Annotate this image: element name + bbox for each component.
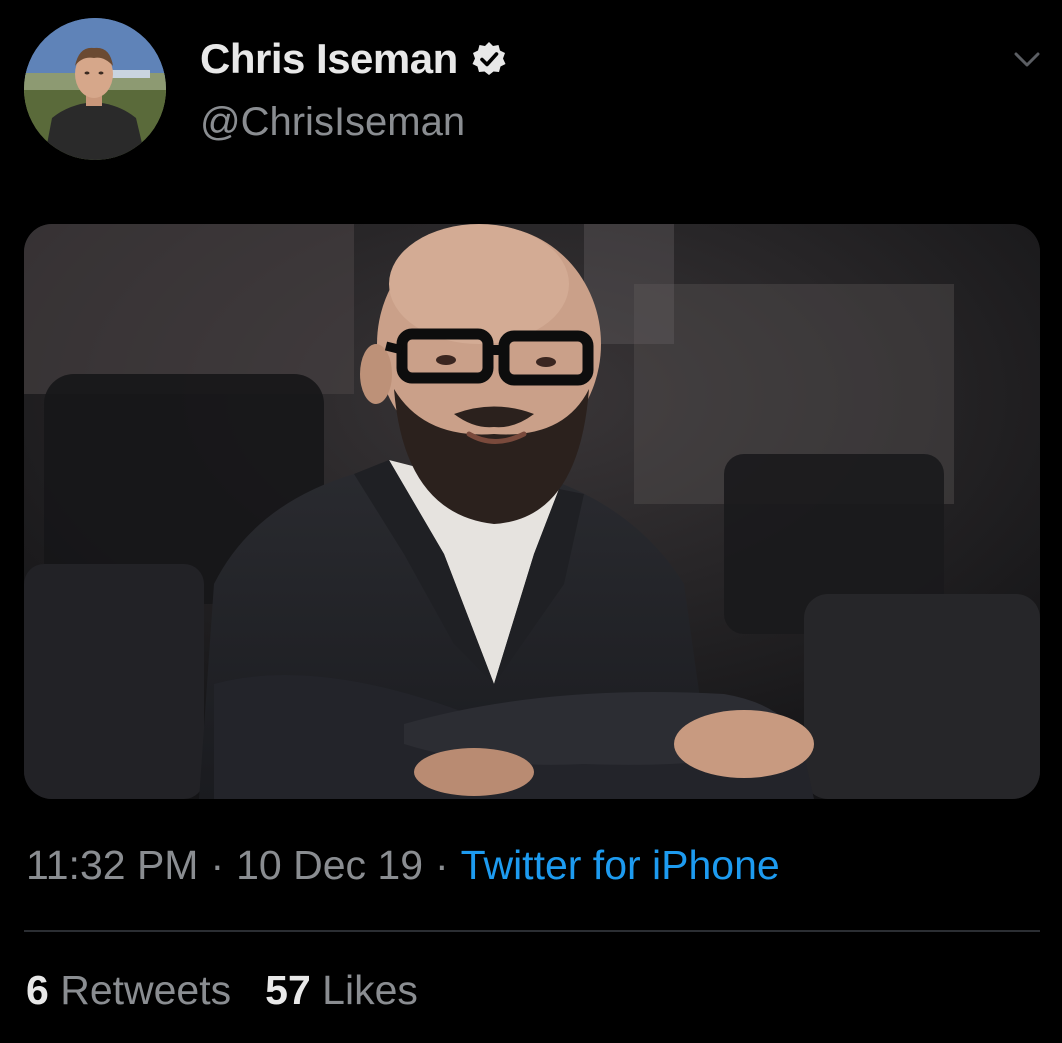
chevron-down-icon[interactable]	[1012, 44, 1042, 74]
likes-stat[interactable]: 57 Likes	[265, 967, 418, 1013]
tweet-photo[interactable]	[24, 224, 1040, 799]
retweets-stat[interactable]: 6 Retweets	[26, 967, 231, 1013]
tweet-time[interactable]: 11:32 PM	[26, 842, 198, 888]
tweet-photo-image	[24, 224, 1040, 799]
tweet-date[interactable]: 10 Dec 19	[236, 842, 423, 888]
tweet-detail: Chris Iseman @ChrisIseman 11:32 PM · 10 …	[0, 0, 1062, 1043]
tweet-source-link[interactable]: Twitter for iPhone	[461, 842, 780, 888]
retweets-label: Retweets	[60, 967, 232, 1013]
tweet-stats: 6 Retweets 57 Likes	[26, 967, 452, 1014]
display-name[interactable]: Chris Iseman	[200, 35, 458, 83]
likes-label: Likes	[322, 967, 418, 1013]
meta-separator: ·	[210, 842, 225, 888]
avatar[interactable]	[24, 18, 166, 160]
avatar-photo	[24, 18, 166, 160]
user-handle[interactable]: @ChrisIseman	[200, 100, 465, 145]
verified-check-icon	[470, 40, 508, 78]
retweets-count: 6	[26, 967, 49, 1013]
divider	[24, 930, 1040, 932]
display-name-row[interactable]: Chris Iseman	[200, 34, 508, 84]
likes-count: 57	[265, 967, 311, 1013]
meta-separator: ·	[435, 842, 449, 888]
tweet-metadata: 11:32 PM · 10 Dec 19 · Twitter for iPhone	[26, 842, 780, 889]
